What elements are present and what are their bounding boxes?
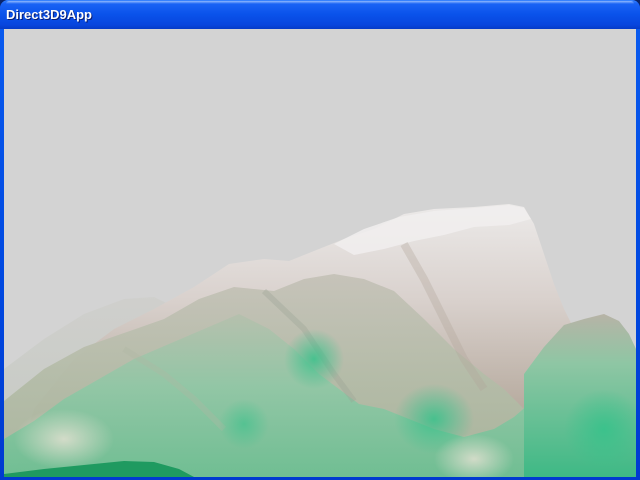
window-title: Direct3D9App: [6, 7, 92, 22]
terrain-scene: [4, 204, 636, 477]
green-glow-4: [219, 399, 269, 449]
pale-glow-1: [14, 409, 114, 469]
green-glow-1: [284, 329, 344, 389]
title-bar[interactable]: Direct3D9App: [0, 0, 640, 29]
app-window: Direct3D9App: [0, 0, 640, 480]
render-viewport[interactable]: [4, 29, 636, 477]
title-bar-highlight: [6, 1, 634, 4]
